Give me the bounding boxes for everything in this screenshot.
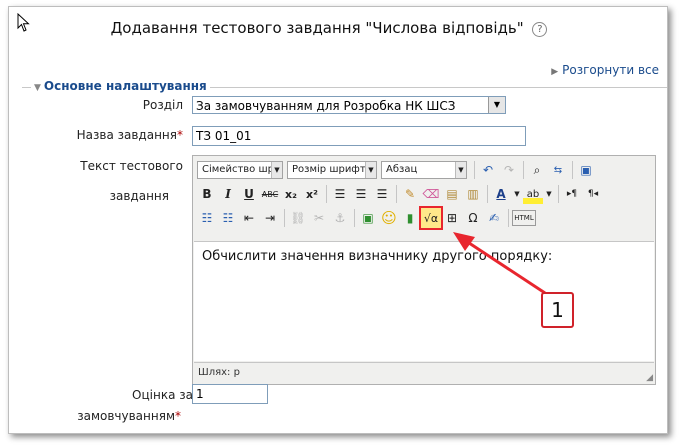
chevron-down-icon: ▼ <box>271 162 282 178</box>
help-icon[interactable]: ? <box>532 22 548 37</box>
required-mark: * <box>177 128 183 142</box>
font-family-select[interactable]: Сімейство шрифтів▼ <box>197 161 283 179</box>
italic-icon[interactable]: I <box>218 184 238 204</box>
paste-text-icon[interactable]: ▤ <box>442 184 462 204</box>
required-mark: * <box>175 409 181 423</box>
toolbar-separator <box>396 185 397 203</box>
moodle-window: Додавання тестового завдання "Числова ві… <box>8 6 668 434</box>
category-label: Розділ <box>142 98 183 112</box>
font-size-select[interactable]: Розмір шрифта ▼ <box>287 161 377 179</box>
html-source-icon[interactable]: HTML <box>512 210 536 226</box>
editor-toolbar-row-2: B I U ABC x₂ x² ☰ ☰ ☰ ✎ ⌫ ▤ ▥ A ▼ ab ▼ ▸… <box>197 183 604 205</box>
editor-path: Шлях: p <box>194 362 654 382</box>
default-mark-input[interactable]: 1 <box>192 384 268 404</box>
format-value: Абзац <box>386 164 418 175</box>
undo-icon[interactable]: ↶ <box>478 160 498 180</box>
unlink-icon[interactable]: ✂ <box>309 208 329 228</box>
chevron-down-icon: ▼ <box>455 162 466 178</box>
smiley-icon[interactable]: ☺ <box>379 208 399 228</box>
clean-word-icon[interactable]: ✎ <box>400 184 420 204</box>
background-color-icon[interactable]: ab <box>523 184 543 204</box>
default-mark-label-1: Оцінка за <box>132 388 193 402</box>
toolbar-separator <box>572 161 573 179</box>
question-text-label-1: Текст тестового <box>80 159 183 173</box>
align-left-icon[interactable]: ☰ <box>330 184 350 204</box>
align-center-icon[interactable]: ☰ <box>351 184 371 204</box>
page-title-text: Додавання тестового завдання "Числова ві… <box>110 19 524 37</box>
toolbar-separator <box>558 185 559 203</box>
question-text-label-2: завдання <box>109 189 169 203</box>
numbered-list-icon[interactable]: ☷ <box>218 208 238 228</box>
toolbar-separator <box>326 185 327 203</box>
bold-icon[interactable]: B <box>197 184 217 204</box>
toolbar-separator <box>523 161 524 179</box>
default-mark-label-2-text: замовчуванням <box>77 409 175 423</box>
question-name-input[interactable]: ТЗ 01_01 <box>192 126 526 146</box>
category-select-value: За замовчуванням для Розробка НК ШСЗ <box>196 99 456 113</box>
triangle-down-icon: ▼ <box>34 83 41 93</box>
question-name-label-text: Назва завдання <box>76 128 177 142</box>
expand-all-label: Розгорнути все <box>562 63 659 77</box>
expand-all-link[interactable]: ▶ Розгорнути все <box>551 63 659 77</box>
editor-toolbar-row-1: Сімейство шрифтів▼ Розмір шрифта▼ Абзац▼… <box>197 159 597 181</box>
anchor-icon[interactable]: ⚓ <box>330 208 350 228</box>
format-select[interactable]: Абзац ▼ <box>381 161 467 179</box>
bullet-list-icon[interactable]: ☷ <box>197 208 217 228</box>
link-icon[interactable]: ⛓ <box>288 208 308 228</box>
chevron-down-icon: ▼ <box>365 162 376 178</box>
question-name-label: Назва завдання* <box>49 128 183 142</box>
strikethrough-icon[interactable]: ABC <box>260 184 280 204</box>
toolbar-separator <box>474 161 475 179</box>
resize-handle-icon[interactable]: ◢ <box>646 373 653 383</box>
indent-icon[interactable]: ⇥ <box>260 208 280 228</box>
text-color-icon[interactable]: A <box>491 184 511 204</box>
replace-icon[interactable]: ⇆ <box>548 160 568 180</box>
outdent-icon[interactable]: ⇤ <box>239 208 259 228</box>
page-title: Додавання тестового завдання "Числова ві… <box>9 19 649 37</box>
toolbar-separator <box>487 185 488 203</box>
chevron-down-icon[interactable]: ▼ <box>512 184 522 204</box>
toolbar-separator <box>354 209 355 227</box>
superscript-icon[interactable]: x² <box>302 184 322 204</box>
insert-media-icon[interactable]: ▮ <box>400 208 420 228</box>
redo-icon[interactable]: ↷ <box>499 160 519 180</box>
section-legend[interactable]: ▼ Основне налаштування <box>31 79 210 93</box>
triangle-right-icon: ▶ <box>551 67 559 77</box>
default-mark-label-2: замовчуванням* <box>49 409 181 423</box>
category-select[interactable]: За замовчуванням для Розробка НК ШСЗ ▼ <box>192 96 506 114</box>
fullscreen-icon[interactable]: ▣ <box>576 160 596 180</box>
ltr-icon[interactable]: ▸¶ <box>562 184 582 204</box>
subscript-icon[interactable]: x₂ <box>281 184 301 204</box>
rtl-icon[interactable]: ¶◂ <box>583 184 603 204</box>
font-size-value: Розмір шрифта <box>292 164 372 175</box>
chevron-down-icon[interactable]: ▼ <box>488 97 505 113</box>
insert-image-icon[interactable]: ▣ <box>358 208 378 228</box>
eraser-icon[interactable]: ⌫ <box>421 184 441 204</box>
chevron-down-icon[interactable]: ▼ <box>544 184 554 204</box>
annotation-callout: 1 <box>541 292 574 328</box>
underline-icon[interactable]: U <box>239 184 259 204</box>
find-icon[interactable]: ⌕ <box>527 160 547 180</box>
toolbar-separator <box>284 209 285 227</box>
section-legend-text: Основне налаштування <box>43 79 207 93</box>
paste-word-icon[interactable]: ▥ <box>463 184 483 204</box>
align-right-icon[interactable]: ☰ <box>372 184 392 204</box>
html-editor: Сімейство шрифтів▼ Розмір шрифта▼ Абзац▼… <box>192 155 656 385</box>
editor-content[interactable]: Обчислити значення визначнику другого по… <box>194 241 654 361</box>
equation-editor-icon[interactable]: √α <box>419 206 443 230</box>
